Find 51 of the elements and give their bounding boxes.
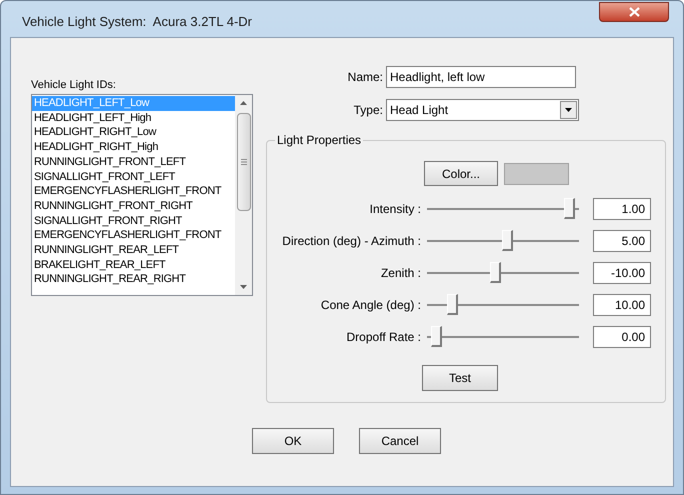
list-item[interactable]: RUNNINGLIGHT_REAR_RIGHT	[32, 272, 235, 288]
list-item[interactable]: RUNNINGLIGHT_FRONT_LEFT	[32, 154, 235, 170]
type-label: Type:	[352, 102, 384, 119]
scroll-up-icon[interactable]	[240, 101, 247, 105]
value-field[interactable]: 1.00	[593, 198, 651, 220]
list-item[interactable]: EMERGENCYFLASHERLIGHT_FRONT	[32, 228, 235, 244]
slider-label: Intensity :	[368, 201, 422, 218]
color-button[interactable]: Color...	[424, 161, 498, 186]
cancel-button[interactable]: Cancel	[359, 428, 441, 454]
list-item[interactable]: SIGNALLIGHT_FRONT_RIGHT	[32, 214, 235, 228]
slider-label: Dropoff Rate :	[346, 329, 422, 346]
slider-track[interactable]	[427, 326, 579, 348]
list-item[interactable]: EMERGENCYFLASHERLIGHT_FRONT	[32, 184, 235, 199]
list-item[interactable]: SIGNALLIGHT_FRONT_LEFT	[32, 170, 235, 184]
slider-track[interactable]	[427, 230, 579, 252]
list-item[interactable]: HEADLIGHT_LEFT_High	[32, 110, 235, 126]
close-icon	[628, 7, 640, 17]
value-field[interactable]: 0.00	[593, 326, 651, 348]
close-button[interactable]	[599, 2, 669, 22]
list-item[interactable]: HEADLIGHT_RIGHT_High	[32, 140, 235, 155]
list-label: Vehicle Light IDs:	[31, 78, 117, 92]
test-button[interactable]: Test	[422, 365, 498, 391]
list-item[interactable]: RUNNINGLIGHT_REAR_LEFT	[32, 243, 235, 258]
list-item[interactable]: BRAKELIGHT_REAR_LEFT	[32, 258, 235, 272]
slider-thumb[interactable]	[490, 262, 502, 283]
value-field[interactable]: 5.00	[593, 230, 651, 252]
window-title: Vehicle Light System: Acura 3.2TL 4-Dr	[22, 13, 252, 31]
ok-button[interactable]: OK	[252, 428, 334, 454]
scroll-thumb[interactable]	[236, 113, 250, 211]
name-field[interactable]: Headlight, left low	[386, 66, 576, 88]
value-field[interactable]: 10.00	[593, 294, 651, 316]
slider-label: Cone Angle (deg) :	[320, 297, 422, 314]
slider-label: Direction (deg) - Azimuth :	[281, 233, 422, 250]
scrollbar[interactable]	[235, 95, 252, 295]
group-title: Light Properties	[276, 132, 362, 149]
slider-track[interactable]	[427, 262, 579, 284]
name-label: Name:	[346, 69, 384, 86]
scroll-down-icon[interactable]	[240, 285, 247, 289]
slider-label: Zenith :	[380, 265, 422, 282]
slider-thumb[interactable]	[446, 294, 458, 315]
light-id-list[interactable]	[31, 94, 253, 296]
type-dropdown[interactable]: Head Light	[386, 99, 579, 121]
list-item[interactable]: HEADLIGHT_RIGHT_Low	[32, 125, 235, 140]
grip-icon	[240, 159, 246, 165]
slider-track[interactable]	[427, 198, 579, 220]
slider-thumb[interactable]	[502, 230, 513, 251]
slider-track[interactable]	[427, 294, 579, 316]
slider-thumb[interactable]	[431, 326, 442, 347]
value-field[interactable]: -10.00	[593, 262, 651, 284]
list-item[interactable]: RUNNINGLIGHT_FRONT_RIGHT	[32, 198, 235, 214]
slider-thumb[interactable]	[564, 198, 575, 219]
